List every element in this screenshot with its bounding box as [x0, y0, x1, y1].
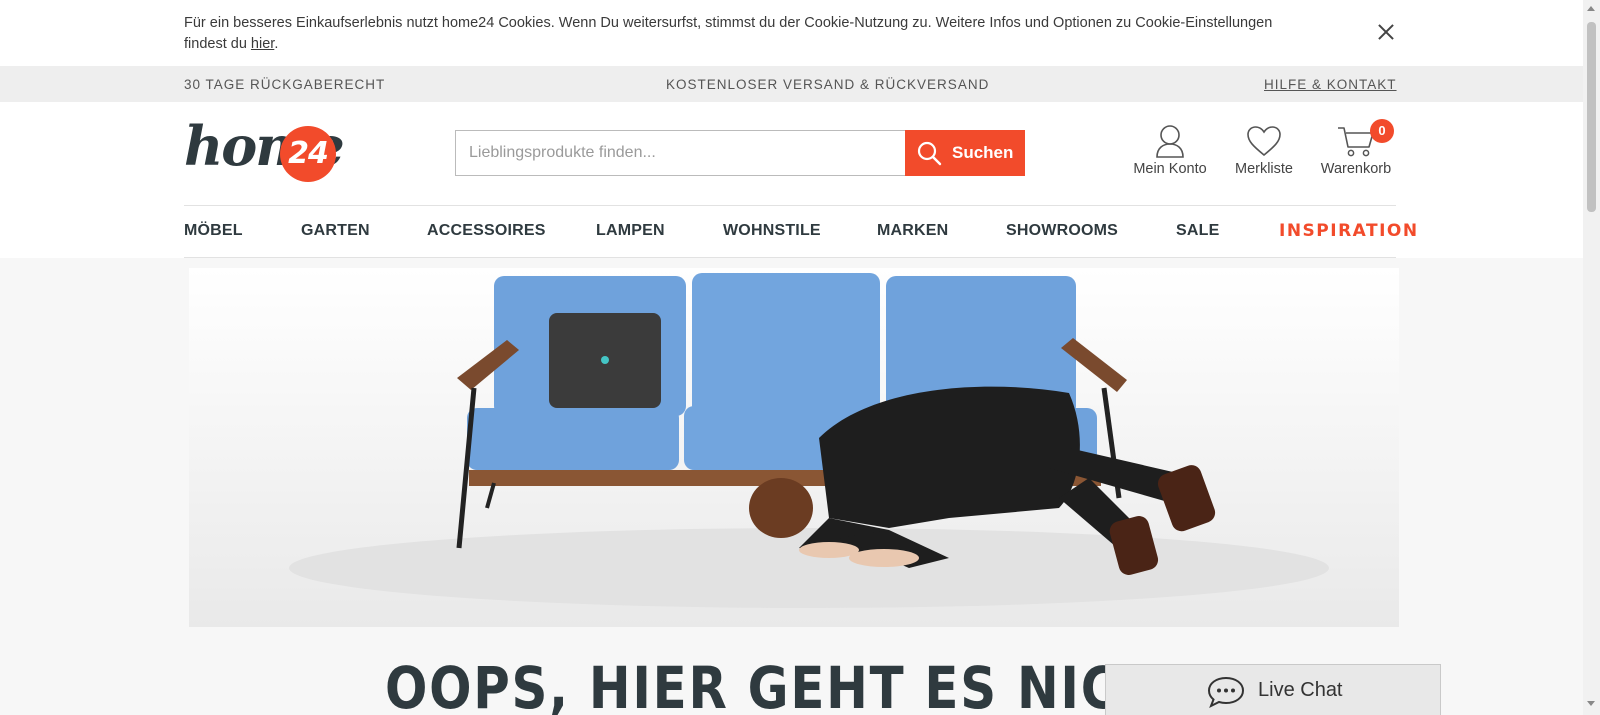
cookie-suffix: . — [274, 36, 279, 52]
sofa-illustration — [289, 273, 1329, 608]
nav-item-sale[interactable]: SALE — [1176, 222, 1219, 240]
heart-icon — [1247, 126, 1281, 157]
cookie-banner: Für ein besseres Einkaufserlebnis nutzt … — [0, 0, 1583, 66]
page-scrollbar[interactable] — [1583, 0, 1600, 715]
cookie-message: Für ein besseres Einkaufserlebnis nutzt … — [184, 15, 1273, 52]
nav-item-showrooms[interactable]: SHOWROOMS — [1006, 222, 1118, 240]
wishlist-label: Merkliste — [1234, 161, 1293, 177]
scroll-down-arrow-icon[interactable] — [1587, 701, 1595, 706]
nav-divider-bottom — [184, 257, 1396, 258]
account-label: Mein Konto — [1133, 161, 1207, 177]
nav-item-moebel[interactable]: MÖBEL — [184, 222, 243, 240]
nav-item-lampen[interactable]: LAMPEN — [596, 222, 665, 240]
search-button-label: Suchen — [952, 143, 1014, 162]
nav-item-garten[interactable]: GARTEN — [301, 222, 370, 240]
chat-bubble-icon — [1207, 676, 1245, 709]
scroll-up-arrow-icon[interactable] — [1587, 6, 1595, 11]
cart-label: Warenkorb — [1320, 161, 1392, 177]
logo-badge: 24 — [280, 126, 336, 182]
close-icon[interactable] — [1376, 22, 1396, 42]
search-icon — [917, 141, 942, 166]
usp-return: 30 TAGE RÜCKGABERECHT — [184, 77, 386, 92]
header: home 24 Suchen Mein Konto — [0, 102, 1583, 258]
search-input[interactable] — [455, 130, 906, 176]
live-chat-label: Live Chat — [1258, 679, 1343, 701]
cookie-info-link[interactable]: hier — [251, 36, 274, 52]
search-button[interactable]: Suchen — [905, 130, 1025, 176]
usp-bar: 30 TAGE RÜCKGABERECHT KOSTENLOSER VERSAN… — [0, 66, 1583, 102]
nav-item-wohnstile[interactable]: WOHNSTILE — [723, 222, 821, 240]
live-chat-button[interactable]: Live Chat — [1105, 664, 1441, 715]
user-icon — [1156, 125, 1184, 158]
main-nav: MÖBEL GARTEN ACCESSOIRES LAMPEN WOHNSTIL… — [0, 206, 1583, 257]
hero-image — [189, 268, 1399, 627]
cookie-text: Für ein besseres Einkaufserlebnis nutzt … — [184, 13, 1304, 55]
cart-button[interactable]: Warenkorb 0 — [1316, 119, 1396, 177]
nav-item-marken[interactable]: MARKEN — [877, 222, 948, 240]
scrollbar-thumb[interactable] — [1587, 22, 1596, 212]
usp-shipping: KOSTENLOSER VERSAND & RÜCKVERSAND — [666, 77, 990, 92]
account-button[interactable]: Mein Konto — [1128, 124, 1212, 177]
nav-item-inspiration[interactable]: INSPIRATION — [1279, 221, 1419, 241]
help-contact-link[interactable]: HILFE & KONTAKT — [1264, 77, 1397, 92]
page: Für ein besseres Einkaufserlebnis nutzt … — [0, 0, 1600, 715]
nav-item-accessoires[interactable]: ACCESSOIRES — [427, 222, 546, 240]
search-bar: Suchen — [455, 130, 1025, 176]
cart-count-badge: 0 — [1370, 119, 1394, 143]
wishlist-button[interactable]: Merkliste — [1228, 124, 1300, 177]
